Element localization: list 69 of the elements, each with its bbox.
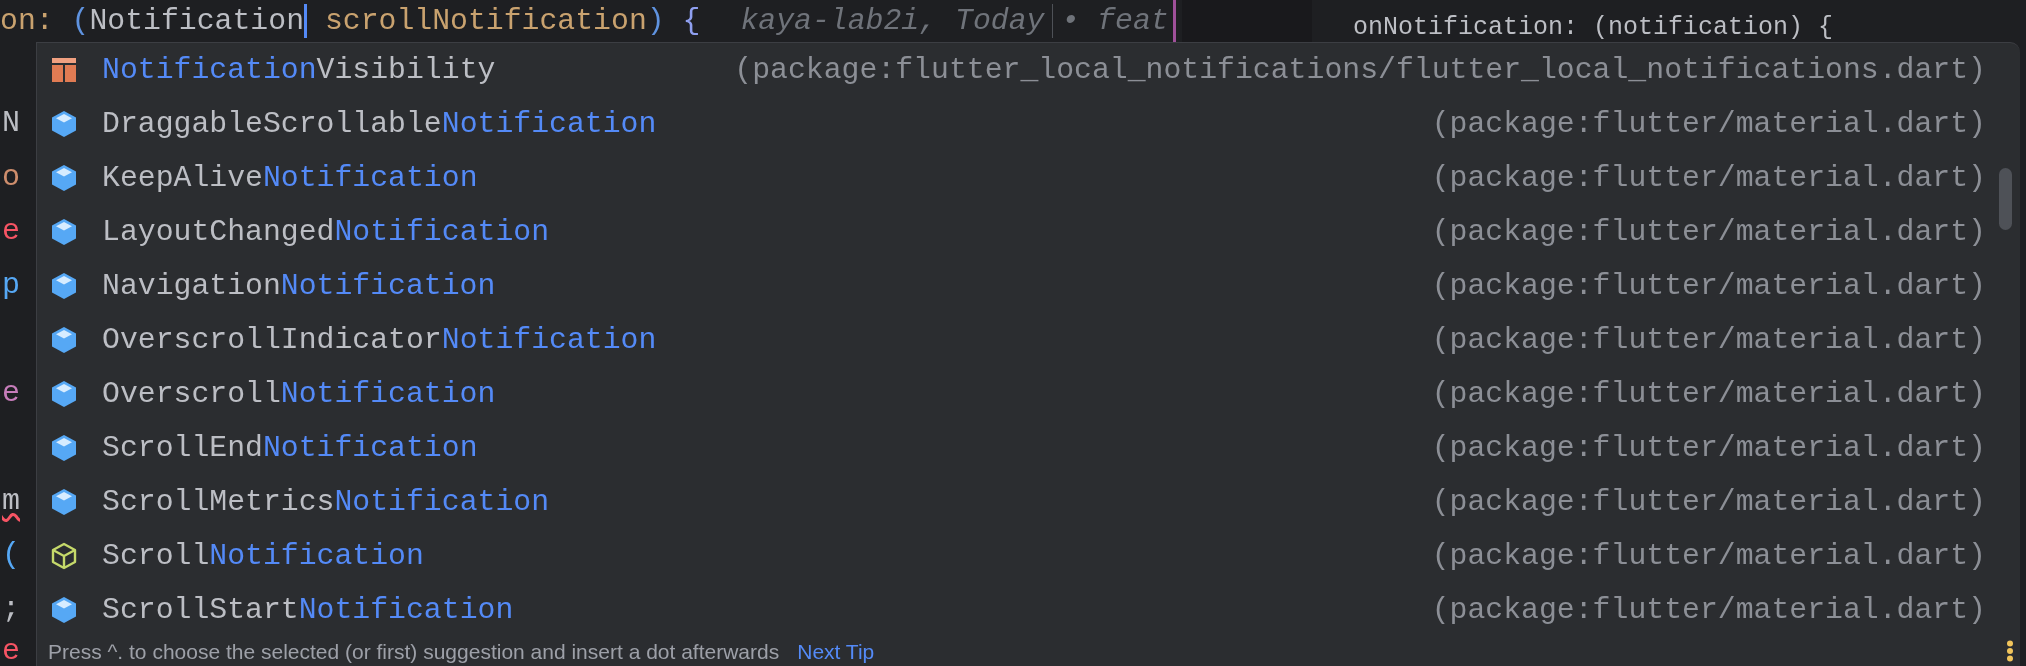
code-token: ( — [71, 4, 90, 38]
suggestion-item[interactable]: ScrollNotification (package:flutter/material.dart) — [37, 529, 2020, 583]
suggestion-name: NavigationNotification — [102, 269, 496, 303]
suggestion-item[interactable]: OverscrollIndicatorNotification (package:flutter/material.dart) — [37, 313, 2020, 367]
package-path: (package:flutter/material.dart) — [1431, 269, 1986, 303]
class-icon — [51, 488, 77, 516]
code-fragment: ( — [2, 540, 20, 570]
code-token: ) — [646, 4, 665, 38]
class-icon — [51, 596, 77, 624]
suggestion-name: ScrollEndNotification — [102, 431, 478, 465]
package-path: (package:flutter_local_notifications/flutter_local_notifications.dart) — [734, 53, 1986, 87]
suggestion-item[interactable]: OverscrollNotification (package:flutter/material.dart) — [37, 367, 2020, 421]
suggestion-item[interactable]: NotificationVisibility (package:flutter_local_notifications/flutter_local_notifications.dart) — [37, 43, 2020, 97]
cube-outline-icon — [51, 542, 77, 570]
code-fragment: e — [2, 378, 20, 408]
package-path: (package:flutter/material.dart) — [1431, 377, 1986, 411]
package-path: (package:flutter/material.dart) — [1431, 593, 1986, 627]
suggestion-item[interactable]: ScrollMetricsNotification (package:flutter/material.dart) — [37, 475, 2020, 529]
scrollbar-thumb[interactable] — [1999, 168, 2012, 230]
suggestion-name: KeepAliveNotification — [102, 161, 478, 195]
suggestion-item[interactable]: ScrollStartNotification (package:flutter/material.dart) — [37, 583, 2020, 637]
class-icon — [51, 434, 77, 462]
code-token: { — [682, 4, 701, 38]
text-caret — [304, 4, 307, 38]
suggestion-item[interactable]: NavigationNotification (package:flutter/material.dart) — [37, 259, 2020, 313]
package-path: (package:flutter/material.dart) — [1431, 431, 1986, 465]
suggestion-name: NotificationVisibility — [102, 53, 496, 87]
code-fragment: e — [2, 216, 20, 246]
code-fragment: e — [2, 636, 20, 666]
suggestion-name: ScrollMetricsNotification — [102, 485, 550, 519]
class-icon — [51, 326, 77, 354]
suggestion-item[interactable]: ScrollEndNotification (package:flutter/material.dart) — [37, 421, 2020, 475]
package-path: (package:flutter/material.dart) — [1431, 539, 1986, 573]
suggestion-name: OverscrollIndicatorNotification — [102, 323, 657, 357]
code-token: on: — [0, 4, 54, 38]
code-fragment: m — [2, 486, 20, 516]
code-line: onNotification: (notification) { — [1353, 13, 1834, 42]
blame-annotation: kaya-lab2i, Today — [740, 4, 1045, 38]
suggestion-item[interactable]: DraggableScrollableNotification (package:flutter/material.dart) — [37, 97, 2020, 151]
package-path: (package:flutter/material.dart) — [1431, 215, 1986, 249]
class-icon — [51, 380, 77, 408]
class-icon — [51, 164, 77, 192]
suggestion-name: ScrollNotification — [102, 539, 424, 573]
code-fragment: ; — [2, 594, 20, 624]
enum-icon — [51, 56, 77, 84]
right-margin-guide — [1172, 0, 1176, 42]
package-path: (package:flutter/material.dart) — [1431, 161, 1986, 195]
code-token: Notification — [89, 4, 304, 38]
package-path: (package:flutter/material.dart) — [1431, 323, 1986, 357]
class-icon — [51, 110, 77, 138]
tip-text: Press ^. to choose the selected (or first) suggestion and insert a dot afterwards — [48, 639, 780, 664]
splitter-bar[interactable] — [1182, 0, 1312, 42]
class-icon — [51, 272, 77, 300]
more-icon[interactable] — [2006, 640, 2014, 662]
code-fragment: o — [2, 162, 20, 192]
suggestion-name: LayoutChangedNotification — [102, 215, 550, 249]
next-tip-link[interactable]: Next Tip — [797, 639, 875, 664]
package-path: (package:flutter/material.dart) — [1431, 107, 1986, 141]
code-token: scrollNotification — [324, 4, 647, 38]
suggestion-item[interactable]: KeepAliveNotification (package:flutter/material.dart) — [37, 151, 2020, 205]
suggestion-name: OverscrollNotification — [102, 377, 496, 411]
suggestion-item[interactable]: LayoutChangedNotification (package:flutter/material.dart) — [37, 205, 2020, 259]
code-fragment: N — [2, 108, 20, 138]
package-path: (package:flutter/material.dart) — [1431, 485, 1986, 519]
suggestion-name: DraggableScrollableNotification — [102, 107, 657, 141]
class-icon — [51, 218, 77, 246]
code-fragment: p — [2, 270, 20, 300]
suggestion-name: ScrollStartNotification — [102, 593, 514, 627]
commit-message: • feat — [1061, 4, 1169, 38]
